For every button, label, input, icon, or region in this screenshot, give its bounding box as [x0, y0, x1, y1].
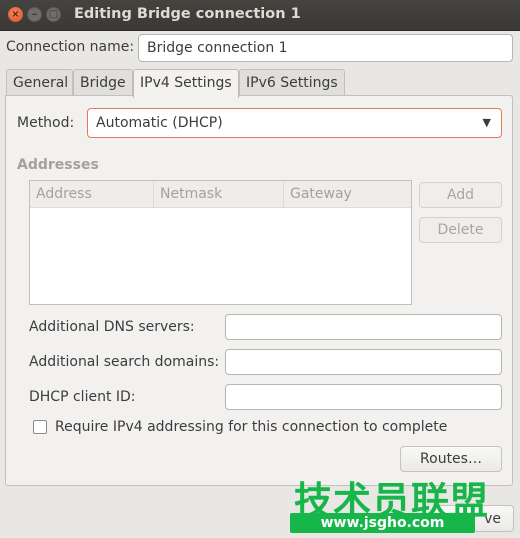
window-title: Editing Bridge connection 1 [74, 6, 301, 22]
tab-bridge[interactable]: Bridge [73, 69, 133, 96]
tab-ipv4-settings[interactable]: IPv4 Settings [133, 69, 239, 98]
addresses-table[interactable]: Address Netmask Gateway [29, 180, 412, 305]
search-domains-label: Additional search domains: [29, 354, 220, 370]
connection-name-input[interactable]: Bridge connection 1 [138, 34, 513, 62]
method-value: Automatic (DHCP) [96, 115, 223, 131]
column-header-netmask[interactable]: Netmask [154, 181, 284, 207]
require-ipv4-label[interactable]: Require IPv4 addressing for this connect… [55, 419, 447, 435]
add-address-button[interactable]: Add [419, 182, 502, 208]
dns-servers-label: Additional DNS servers: [29, 319, 195, 335]
method-select[interactable]: Automatic (DHCP) ▼ [87, 108, 502, 138]
dns-servers-input[interactable] [225, 314, 502, 340]
require-ipv4-checkbox[interactable] [33, 420, 47, 434]
watermark-logo: 技术员联盟 www.jsgho.com [290, 470, 520, 538]
addresses-heading: Addresses [17, 157, 99, 173]
minimize-window-button[interactable]: – [27, 7, 42, 22]
tab-general[interactable]: General [6, 69, 73, 96]
connection-name-label: Connection name: [6, 39, 135, 55]
routes-button[interactable]: Routes… [400, 446, 502, 472]
dhcp-client-id-input[interactable] [225, 384, 502, 410]
delete-address-button[interactable]: Delete [419, 217, 502, 243]
method-label: Method: [17, 115, 75, 131]
search-domains-input[interactable] [225, 349, 502, 375]
tab-ipv6-settings[interactable]: IPv6 Settings [239, 69, 345, 96]
dropdown-arrow-icon: ▼ [482, 116, 491, 129]
close-window-button[interactable]: × [8, 7, 23, 22]
title-bar: × – □ Editing Bridge connection 1 [0, 0, 520, 31]
dhcp-client-id-label: DHCP client ID: [29, 389, 136, 405]
watermark-url: www.jsgho.com [290, 513, 475, 533]
maximize-window-button[interactable]: □ [46, 7, 61, 22]
addresses-table-header: Address Netmask Gateway [30, 181, 411, 208]
column-header-gateway[interactable]: Gateway [284, 181, 411, 207]
column-header-address[interactable]: Address [30, 181, 154, 207]
